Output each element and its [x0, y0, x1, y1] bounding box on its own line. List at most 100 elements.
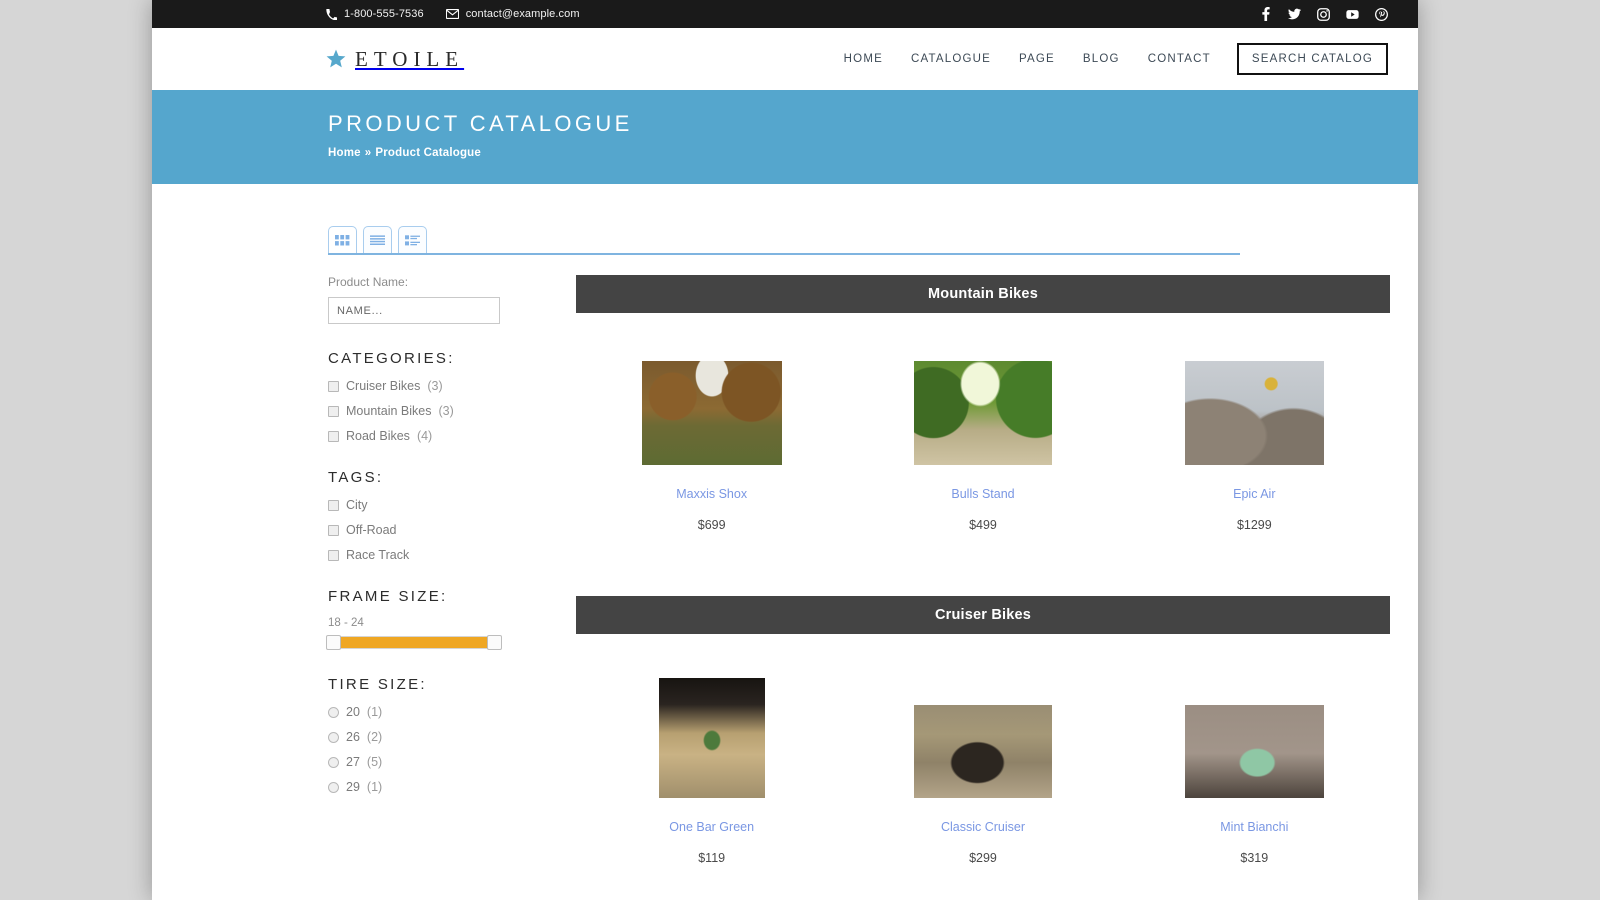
breadcrumb-home[interactable]: Home: [328, 147, 361, 159]
nav-item-home[interactable]: HOME: [830, 53, 897, 65]
twitter-icon[interactable]: [1288, 7, 1301, 21]
nav-item-catalogue[interactable]: CATALOGUE: [897, 53, 1005, 65]
filter-tag-city[interactable]: City: [328, 498, 524, 512]
product-image-maxxis-shox[interactable]: [641, 361, 782, 465]
product-card-one-bar-green[interactable]: One Bar Green $119: [576, 678, 847, 865]
nav-item-page[interactable]: PAGE: [1005, 53, 1069, 65]
list-view-tab[interactable]: [363, 226, 392, 253]
checkbox-icon[interactable]: [328, 524, 339, 536]
product-image-epic-air[interactable]: [1184, 361, 1324, 465]
filter-label: Mountain Bikes: [346, 404, 432, 418]
tags-filter-list: City Off-Road Race Track: [328, 498, 524, 562]
radio-icon[interactable]: [328, 756, 339, 768]
main-content: Product Name: CATEGORIES: Cruiser Bikes …: [152, 184, 1418, 877]
page-title: PRODUCT CATALOGUE: [328, 111, 633, 136]
product-image-container: [576, 678, 847, 798]
filter-tire-20[interactable]: 20 (1): [328, 705, 524, 719]
main-navigation: HOME CATALOGUE PAGE BLOG CONTACT SEARCH …: [830, 43, 1388, 75]
instagram-icon[interactable]: [1317, 7, 1330, 21]
phone-contact[interactable]: 1-800-555-7536: [326, 8, 424, 20]
frame-size-value: 18 - 24: [328, 617, 364, 629]
product-image-mint-bianchi[interactable]: [1184, 705, 1324, 798]
phone-number: 1-800-555-7536: [344, 8, 424, 20]
product-price: $299: [969, 851, 997, 865]
categories-heading: CATEGORIES:: [328, 350, 455, 367]
site-logo[interactable]: ETOILE: [326, 47, 464, 72]
filter-label: 27: [346, 755, 360, 769]
youtube-icon[interactable]: [1346, 7, 1359, 21]
slider-handle-min[interactable]: [326, 635, 341, 650]
filter-label: Off-Road: [346, 523, 397, 537]
filter-label: 29: [346, 780, 360, 794]
slider-handle-max[interactable]: [487, 635, 502, 650]
detail-view-tab[interactable]: [398, 226, 427, 253]
product-card-epic-air[interactable]: Epic Air $1299: [1119, 357, 1390, 532]
view-mode-tabs: [328, 226, 1240, 255]
email-contact[interactable]: contact@example.com: [445, 8, 580, 20]
filter-label: 26: [346, 730, 360, 744]
product-card-bulls-stand[interactable]: Bulls Stand $499: [847, 357, 1118, 532]
site-header: ETOILE HOME CATALOGUE PAGE BLOG CONTACT …: [152, 28, 1418, 90]
filter-count: (4): [416, 429, 433, 443]
filter-label: 20: [346, 705, 360, 719]
product-card-mint-bianchi[interactable]: Mint Bianchi $319: [1119, 678, 1390, 865]
filter-count: (3): [438, 404, 454, 418]
radio-icon[interactable]: [328, 781, 339, 793]
grid-view-tab[interactable]: [328, 226, 357, 253]
product-image-container: [576, 357, 847, 465]
filter-tag-off-road[interactable]: Off-Road: [328, 523, 524, 537]
filter-tire-26[interactable]: 26 (2): [328, 730, 524, 744]
product-name-input[interactable]: [328, 297, 500, 324]
product-listing: Mountain Bikes Maxxis Shox $699 Bulls St: [524, 275, 1418, 877]
product-name-label: Product Name:: [328, 275, 409, 289]
product-image-classic-cruiser[interactable]: [913, 705, 1052, 798]
checkbox-icon[interactable]: [328, 430, 339, 442]
filter-count: (5): [366, 755, 383, 769]
checkbox-icon[interactable]: [328, 499, 339, 511]
nav-item-contact[interactable]: CONTACT: [1134, 53, 1225, 65]
product-row: One Bar Green $119 Classic Cruiser $299: [576, 678, 1390, 865]
filter-sidebar: Product Name: CATEGORIES: Cruiser Bikes …: [326, 275, 524, 877]
product-row: Maxxis Shox $699 Bulls Stand $499 Epic A…: [576, 357, 1390, 532]
product-card-classic-cruiser[interactable]: Classic Cruiser $299: [847, 678, 1118, 865]
pinterest-icon[interactable]: [1375, 7, 1388, 21]
filter-mountain-bikes[interactable]: Mountain Bikes (3): [328, 404, 524, 418]
contact-info: 1-800-555-7536 contact@example.com: [326, 8, 580, 20]
product-price: $699: [697, 518, 726, 532]
product-image-one-bar-green[interactable]: [658, 678, 765, 798]
product-name-link[interactable]: Epic Air: [1233, 487, 1275, 501]
filter-count: (1): [366, 705, 383, 719]
product-name-link[interactable]: One Bar Green: [669, 820, 754, 834]
filter-road-bikes[interactable]: Road Bikes (4): [328, 429, 524, 443]
filter-cruiser-bikes[interactable]: Cruiser Bikes (3): [328, 379, 524, 393]
tire-size-heading: TIRE SIZE:: [328, 676, 427, 693]
product-name-link[interactable]: Maxxis Shox: [676, 487, 747, 501]
section-header-cruiser-bikes: Cruiser Bikes: [576, 596, 1390, 634]
product-name-link[interactable]: Bulls Stand: [951, 487, 1014, 501]
filter-label: Cruiser Bikes: [346, 379, 421, 393]
filter-count: (1): [366, 780, 383, 794]
product-name-link[interactable]: Classic Cruiser: [941, 820, 1025, 834]
product-image-container: [847, 678, 1118, 798]
product-name-link[interactable]: Mint Bianchi: [1220, 820, 1288, 834]
facebook-icon[interactable]: [1259, 7, 1272, 21]
filter-count: (2): [366, 730, 383, 744]
search-catalog-button[interactable]: SEARCH CATALOG: [1236, 43, 1388, 75]
breadcrumb: Home» Product Catalogue: [328, 147, 1418, 159]
product-card-maxxis-shox[interactable]: Maxxis Shox $699: [576, 357, 847, 532]
product-image-bulls-stand[interactable]: [913, 361, 1052, 465]
checkbox-icon[interactable]: [328, 380, 339, 392]
checkbox-icon[interactable]: [328, 405, 339, 417]
filter-tire-27[interactable]: 27 (5): [328, 755, 524, 769]
frame-size-slider[interactable]: [326, 635, 502, 650]
radio-icon[interactable]: [328, 706, 339, 718]
nav-item-blog[interactable]: BLOG: [1069, 53, 1134, 65]
categories-filter-list: Cruiser Bikes (3) Mountain Bikes (3) Roa…: [328, 379, 524, 443]
radio-icon[interactable]: [328, 731, 339, 743]
product-price: $499: [969, 518, 997, 532]
product-price: $1299: [1236, 518, 1272, 532]
filter-tire-29[interactable]: 29 (1): [328, 780, 524, 794]
filter-tag-race-track[interactable]: Race Track: [328, 548, 524, 562]
checkbox-icon[interactable]: [328, 549, 339, 561]
